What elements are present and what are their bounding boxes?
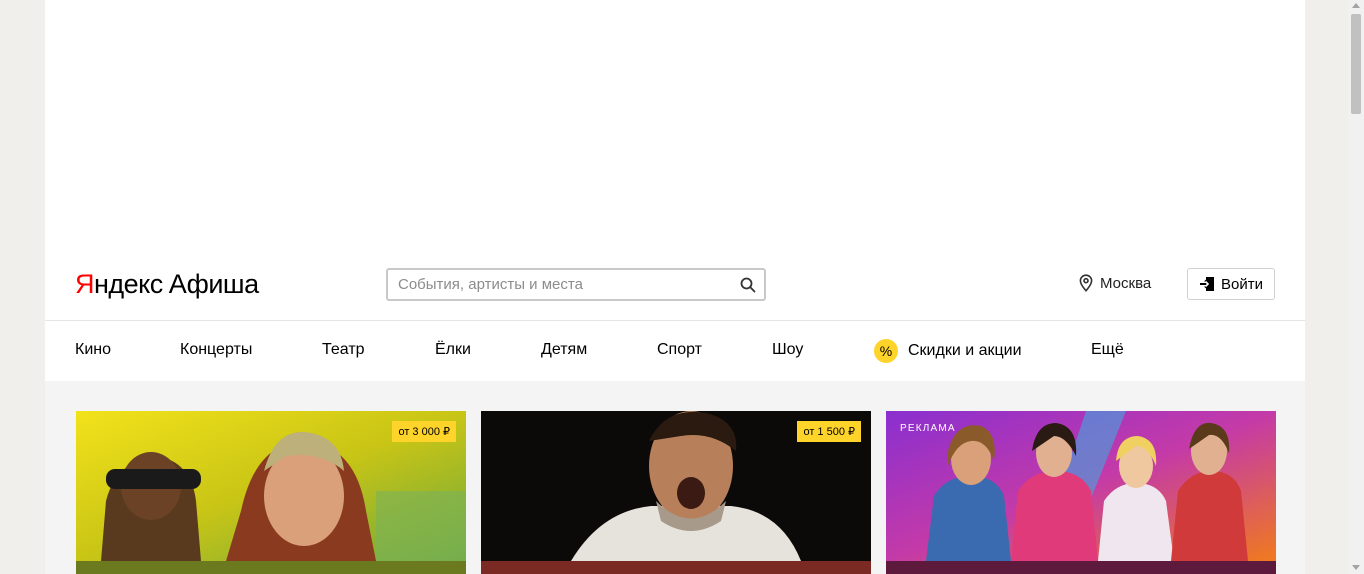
logo[interactable]: Яндекс Афиша — [75, 268, 259, 300]
login-button[interactable]: Войти — [1187, 268, 1275, 300]
search-input[interactable] — [388, 270, 728, 299]
content-area: от 3 000 ₽ от 1 500 ₽ РЕКЛАМА — [45, 381, 1305, 574]
nav-item-theatre[interactable]: Театр — [322, 341, 365, 359]
nav-item-discounts-label: Скидки и акции — [908, 342, 1022, 359]
ad-banner-area — [45, 0, 1305, 250]
event-card[interactable]: РЕКЛАМА — [886, 411, 1276, 574]
page: ЯндексАфиша Москва Войти — [45, 0, 1305, 574]
logo-brand-letter: Я — [75, 269, 95, 299]
header: ЯндексАфиша Москва Войти — [45, 250, 1305, 320]
nav-item-concerts[interactable]: Концерты — [180, 341, 252, 359]
scrollbar-thumb[interactable] — [1351, 14, 1361, 114]
event-card[interactable]: от 3 000 ₽ — [76, 411, 466, 574]
scrollbar[interactable] — [1348, 0, 1364, 574]
main-nav: Кино Концерты Театр Ёлки Детям Спорт Шоу… — [45, 321, 1305, 381]
nav-item-more[interactable]: Ещё — [1091, 341, 1124, 359]
search-box — [386, 268, 766, 301]
scroll-down-icon[interactable] — [1352, 565, 1360, 570]
login-label: Войти — [1221, 275, 1263, 293]
card-footer — [76, 561, 466, 574]
search-icon[interactable] — [740, 277, 756, 293]
scroll-up-icon[interactable] — [1352, 3, 1360, 8]
nav-item-discounts[interactable]: % Скидки и акции — [874, 339, 1022, 363]
card-footer — [481, 561, 871, 574]
nav-item-show[interactable]: Шоу — [772, 341, 803, 359]
city-selector[interactable]: Москва — [1078, 274, 1151, 292]
login-icon — [1200, 277, 1214, 291]
nav-item-kids[interactable]: Детям — [541, 341, 587, 359]
ad-label: РЕКЛАМА — [900, 423, 956, 434]
logo-service: Афиша — [168, 269, 259, 299]
nav-item-kino[interactable]: Кино — [75, 341, 111, 359]
nav-item-sport[interactable]: Спорт — [657, 341, 702, 359]
price-badge: от 1 500 ₽ — [797, 421, 861, 442]
percent-icon: % — [874, 339, 898, 363]
nav-item-yolki[interactable]: Ёлки — [435, 341, 471, 359]
logo-brand: ндекс — [94, 269, 163, 299]
price-badge: от 3 000 ₽ — [392, 421, 456, 442]
city-name: Москва — [1100, 274, 1152, 292]
location-pin-icon — [1079, 274, 1093, 292]
event-card[interactable]: от 1 500 ₽ — [481, 411, 871, 574]
card-footer — [886, 561, 1276, 574]
